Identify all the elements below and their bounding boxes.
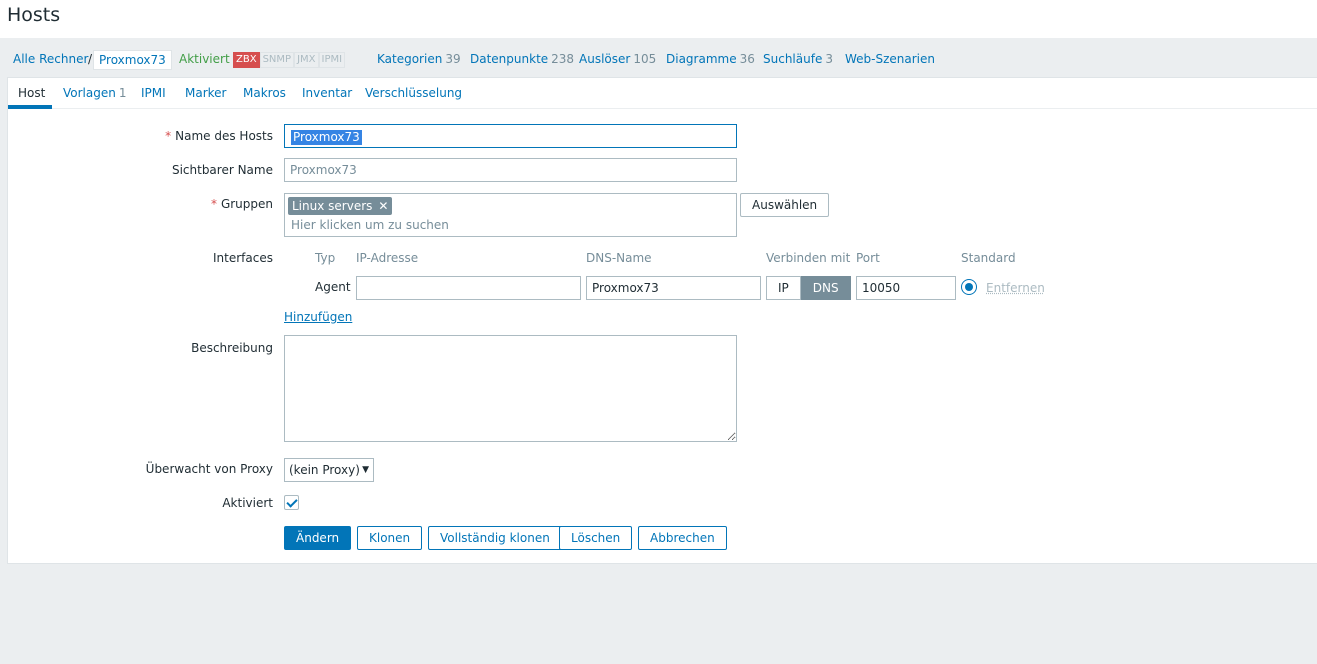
interfaces-header-port: Port — [856, 251, 880, 265]
interface-port-input[interactable] — [856, 276, 956, 300]
nav-triggers[interactable]: Auslöser 105 — [579, 52, 656, 66]
proxy-select[interactable]: (kein Proxy) ▼ — [284, 458, 374, 482]
breadcrumb-separator: / — [88, 52, 93, 66]
availability-jmx: JMX — [294, 52, 319, 68]
tab-macros[interactable]: Makros — [243, 86, 286, 100]
update-button[interactable]: Ändern — [284, 526, 352, 550]
host-name-selected-text: Proxmox73 — [291, 130, 362, 145]
nav-items[interactable]: Datenpunkte 238 — [470, 52, 574, 66]
tab-host[interactable]: Host — [18, 86, 45, 100]
nav-applications[interactable]: Kategorien 39 — [377, 52, 461, 66]
tab-inventory[interactable]: Inventar — [302, 86, 352, 100]
nav-graphs[interactable]: Diagramme 36 — [666, 52, 755, 66]
connect-dns-option[interactable]: DNS — [800, 276, 851, 300]
add-interface-link[interactable]: Hinzufügen — [284, 310, 352, 324]
nav-discovery[interactable]: Suchläufe 3 — [763, 52, 833, 66]
groups-search-placeholder[interactable]: Hier klicken um zu suchen — [291, 218, 449, 232]
host-navigation: Alle Rechner / Proxmox73 Aktiviert ZBX S… — [0, 38, 1317, 78]
interfaces-header-ip: IP-Adresse — [356, 251, 419, 265]
visible-name-input[interactable] — [284, 158, 737, 182]
close-icon[interactable]: ✕ — [378, 199, 388, 213]
enabled-label: Aktiviert — [222, 496, 273, 510]
groups-multiselect[interactable]: Linux servers ✕ Hier klicken um zu suchen — [284, 193, 737, 237]
interfaces-header-dns: DNS-Name — [586, 251, 652, 265]
select-groups-button[interactable]: Auswählen — [740, 193, 830, 217]
connect-ip-option[interactable]: IP — [766, 276, 801, 300]
tab-templates[interactable]: Vorlagen 1 — [63, 86, 127, 100]
full-clone-button[interactable]: Vollständig klonen — [428, 526, 562, 550]
form-tabs: Host Vorlagen 1 IPMI Marker Makros Invent… — [8, 78, 1317, 109]
proxy-label: Überwacht von Proxy — [145, 462, 273, 476]
default-interface-radio[interactable] — [961, 279, 977, 295]
host-name-label: * Name des Hosts — [165, 129, 273, 143]
interface-dns-input[interactable] — [586, 276, 761, 300]
availability-badges: ZBX SNMP JMX IPMI — [233, 52, 346, 68]
availability-ipmi: IPMI — [318, 52, 346, 68]
breadcrumb-all-hosts[interactable]: Alle Rechner — [13, 52, 88, 66]
nav-web-scenarios[interactable]: Web-Szenarien — [845, 52, 935, 66]
breadcrumb-current-host[interactable]: Proxmox73 — [93, 50, 172, 70]
interfaces-label: Interfaces — [213, 251, 273, 265]
connect-to-toggle: IP DNS — [766, 276, 851, 300]
interface-type-agent: Agent — [315, 280, 351, 294]
availability-snmp: SNMP — [259, 52, 295, 68]
host-status[interactable]: Aktiviert — [179, 52, 230, 66]
delete-button[interactable]: Löschen — [559, 526, 633, 550]
clone-button[interactable]: Klonen — [357, 526, 423, 550]
proxy-selected-value: (kein Proxy) — [289, 463, 360, 477]
enabled-checkbox[interactable] — [284, 495, 299, 510]
tab-tags[interactable]: Marker — [185, 86, 226, 100]
description-label: Beschreibung — [191, 341, 273, 355]
chevron-down-icon: ▼ — [362, 465, 369, 475]
page-title: Hosts — [7, 4, 61, 26]
visible-name-label: Sichtbarer Name — [171, 163, 273, 177]
groups-label: * Gruppen — [210, 197, 273, 211]
interfaces-header-default: Standard — [961, 251, 1016, 265]
group-chip: Linux servers ✕ — [288, 197, 393, 215]
page-header: Hosts — [0, 0, 1317, 38]
interfaces-header-connect: Verbinden mit — [766, 251, 851, 265]
interfaces-header-type: Typ — [315, 251, 336, 265]
tab-ipmi[interactable]: IPMI — [141, 86, 166, 100]
availability-zbx: ZBX — [233, 52, 260, 68]
interface-ip-input[interactable] — [356, 276, 581, 300]
host-form-panel: Host Vorlagen 1 IPMI Marker Makros Invent… — [7, 77, 1317, 564]
description-textarea[interactable] — [284, 335, 737, 442]
cancel-button[interactable]: Abbrechen — [638, 526, 727, 550]
active-tab-indicator — [8, 105, 52, 109]
tab-encryption[interactable]: Verschlüsselung — [365, 86, 462, 100]
remove-interface-link[interactable]: Entfernen — [986, 281, 1045, 295]
